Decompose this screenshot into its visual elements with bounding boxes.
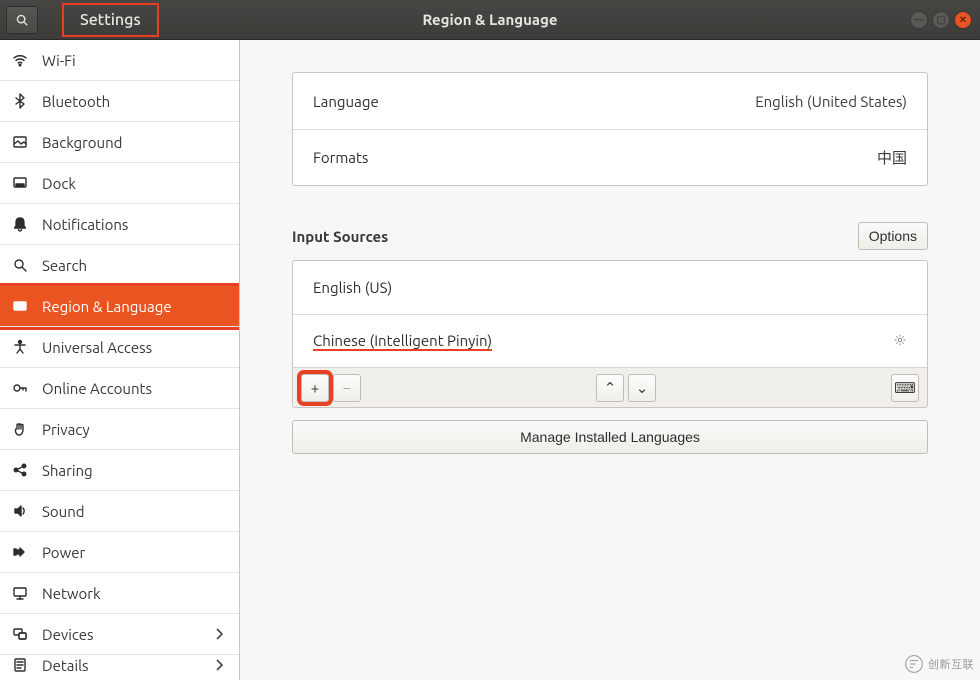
minus-icon: − [343,379,351,396]
page-title: Region & Language [422,11,557,28]
sidebar-item-label: Search [42,257,87,274]
input-source-settings-icon[interactable] [893,333,907,350]
input-sources-title: Input Sources [292,228,388,245]
region-language-content: Language English (United States) Formats… [240,40,980,680]
input-sources-header: Input Sources Options [292,222,928,250]
input-sources-panel: English (US) Chinese (Intelligent Pinyin)… [292,260,928,408]
sidebar-item-details[interactable]: Details [0,655,239,675]
chevron-up-icon: ⌃ [604,379,617,397]
app-title-highlight: Settings [62,3,159,37]
watermark-text: 创新互联 [928,656,974,672]
share-icon [12,462,28,478]
close-icon: ✕ [959,14,967,26]
sidebar-item-sharing[interactable]: Sharing [0,450,239,491]
formats-value: 中国 [877,147,907,168]
chevron-right-icon [211,626,227,642]
maximize-icon: ▢ [936,14,945,26]
sidebar-item-label: Universal Access [42,339,152,356]
sidebar-item-online-accounts[interactable]: Online Accounts [0,368,239,409]
sidebar-item-privacy[interactable]: Privacy [0,409,239,450]
sidebar-item-label: Power [42,544,85,561]
dock-icon [12,175,28,191]
move-down-button[interactable]: ⌄ [628,374,656,402]
language-formats-panel: Language English (United States) Formats… [292,72,928,186]
sidebar-item-label: Bluetooth [42,93,110,110]
sidebar-item-label: Network [42,585,101,602]
wifi-icon [12,52,28,68]
background-icon [12,134,28,150]
sidebar-item-bluetooth[interactable]: Bluetooth [0,81,239,122]
titlebar: Settings Region & Language — ▢ ✕ [0,0,980,40]
hand-icon [12,421,28,437]
search-icon [15,13,29,27]
sound-icon [12,503,28,519]
input-source-name: English (US) [313,279,392,297]
sidebar-item-dock[interactable]: Dock [0,163,239,204]
formats-row[interactable]: Formats 中国 [293,129,927,185]
minimize-button[interactable]: — [910,11,928,29]
devices-icon [12,626,28,642]
app-title: Settings [80,11,141,29]
sidebar-item-search[interactable]: Search [0,245,239,286]
window-controls: — ▢ ✕ [910,11,980,29]
sidebar-item-label: Devices [42,626,94,643]
chevron-down-icon: ⌄ [636,379,649,397]
minimize-icon: — [914,14,924,25]
key-icon [12,380,28,396]
sidebar-item-power[interactable]: Power [0,532,239,573]
sidebar-item-label: Privacy [42,421,90,438]
settings-sidebar: Wi-Fi Bluetooth Background Dock Notification… [0,40,240,680]
sidebar-item-label: Sound [42,503,85,520]
remove-input-source-button[interactable]: − [333,374,361,402]
sidebar-item-region-language[interactable]: Region & Language [0,286,239,327]
watermark: 创新互联 [904,654,974,674]
move-up-button[interactable]: ⌃ [596,374,624,402]
sidebar-item-background[interactable]: Background [0,122,239,163]
maximize-button[interactable]: ▢ [932,11,950,29]
language-value: English (United States) [755,93,907,110]
input-source-name: Chinese (Intelligent Pinyin) [313,332,492,351]
sidebar-item-label: Sharing [42,462,93,479]
input-sources-toolbar: + − ⌃ ⌄ ⌨ [293,367,927,407]
input-source-row[interactable]: English (US) [293,261,927,314]
sidebar-item-label: Details [42,657,89,674]
details-icon [12,657,28,673]
power-icon [12,544,28,560]
language-label: Language [313,93,379,110]
manage-installed-languages-button[interactable]: Manage Installed Languages [292,420,928,454]
watermark-logo-icon [904,654,924,674]
sidebar-item-label: Online Accounts [42,380,152,397]
sidebar-item-label: Background [42,134,122,151]
sidebar-item-devices[interactable]: Devices [0,614,239,655]
plus-icon: + [311,379,319,396]
sidebar-item-universal-access[interactable]: Universal Access [0,327,239,368]
keyboard-icon: ⌨ [894,379,916,397]
sidebar-item-sound[interactable]: Sound [0,491,239,532]
bluetooth-icon [12,93,28,109]
input-source-row[interactable]: Chinese (Intelligent Pinyin) [293,314,927,367]
keyboard-layout-button[interactable]: ⌨ [891,374,919,402]
input-sources-options-button[interactable]: Options [858,222,928,250]
language-row[interactable]: Language English (United States) [293,73,927,129]
sidebar-item-notifications[interactable]: Notifications [0,204,239,245]
sidebar-item-label: Region & Language [42,298,172,315]
formats-label: Formats [313,149,368,166]
globe-icon [12,298,28,314]
sidebar-item-network[interactable]: Network [0,573,239,614]
search-icon [12,257,28,273]
sidebar-item-label: Notifications [42,216,128,233]
bell-icon [12,216,28,232]
sidebar-item-label: Wi-Fi [42,52,76,69]
network-icon [12,585,28,601]
chevron-right-icon [211,657,227,673]
add-input-source-button[interactable]: + [301,374,329,402]
access-icon [12,339,28,355]
titlebar-search-button[interactable] [6,6,38,34]
sidebar-item-wi-fi[interactable]: Wi-Fi [0,40,239,81]
sidebar-item-label: Dock [42,175,76,192]
close-button[interactable]: ✕ [954,11,972,29]
